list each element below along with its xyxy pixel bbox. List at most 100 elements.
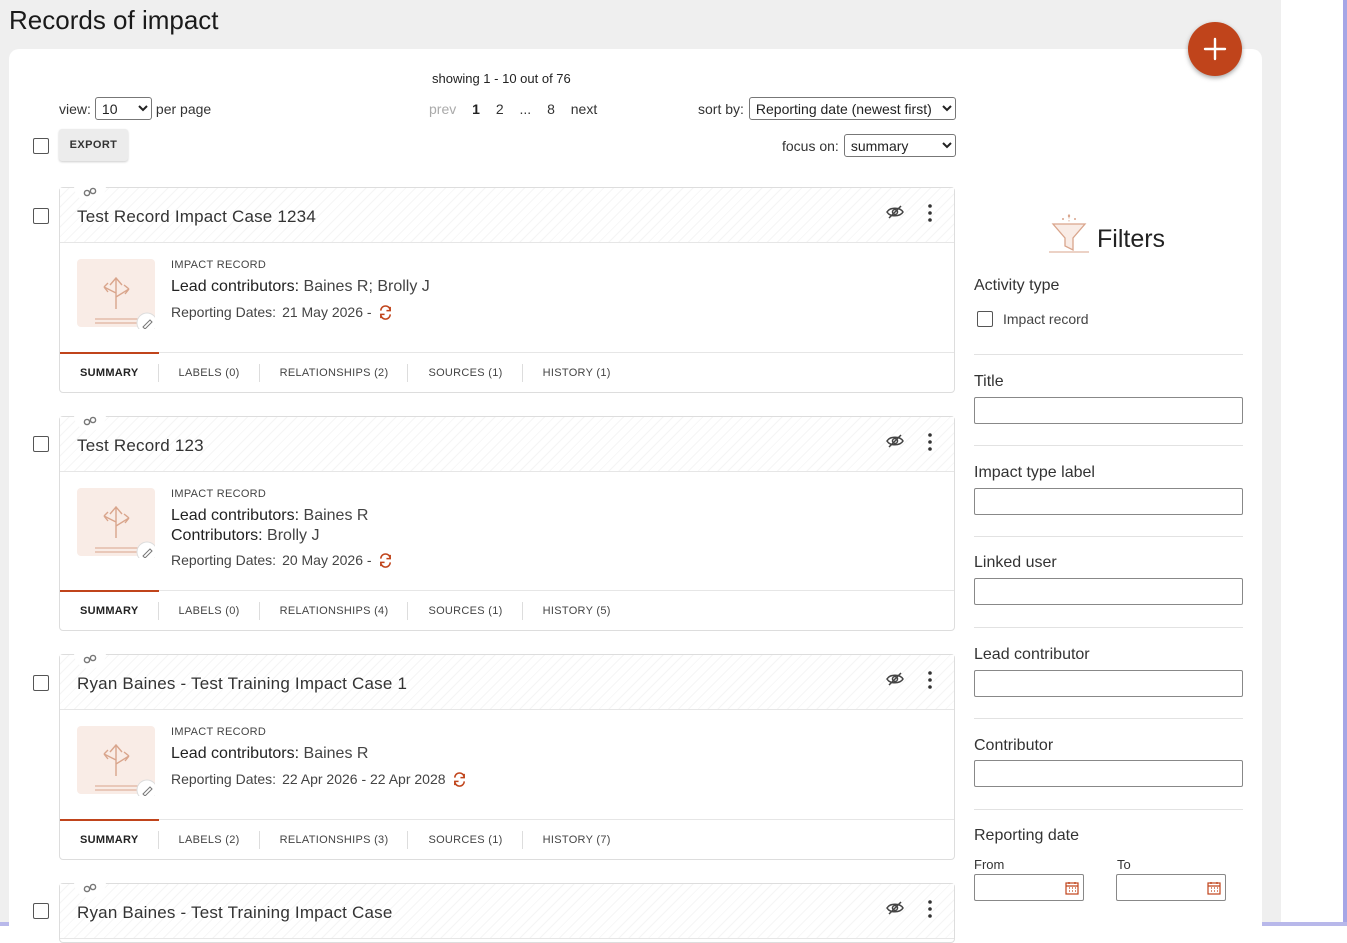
- eye-slash-icon[interactable]: [886, 900, 904, 916]
- pager-prev[interactable]: prev: [429, 101, 456, 117]
- record-title[interactable]: Ryan Baines - Test Training Impact Case …: [77, 674, 407, 694]
- tab-relationships[interactable]: RELATIONSHIPS (4): [260, 591, 409, 631]
- calendar-icon[interactable]: [1065, 881, 1079, 895]
- tab-history[interactable]: HISTORY (1): [523, 353, 631, 393]
- tab-relationships[interactable]: RELATIONSHIPS (2): [260, 353, 409, 393]
- record-title[interactable]: Test Record 123: [77, 436, 204, 456]
- sort-label: sort by:: [698, 100, 744, 117]
- impact-type-filter-input[interactable]: [974, 488, 1243, 515]
- impact-record-thumbnail-icon: [77, 726, 155, 796]
- reporting-dates: Reporting Dates: 20 May 2026 -: [171, 552, 393, 568]
- reporting-dates-label: Reporting Dates:: [171, 304, 277, 320]
- plus-icon: [1203, 37, 1227, 61]
- record-header: Test Record Impact Case 1234: [60, 182, 954, 243]
- title-filter-input[interactable]: [974, 397, 1243, 424]
- tab-history[interactable]: HISTORY (5): [523, 591, 631, 631]
- per-page-label: per page: [155, 100, 212, 117]
- record-header: Ryan Baines - Test Training Impact Case …: [60, 649, 954, 710]
- pagination: prev 1 2 ... 8 next: [429, 101, 609, 117]
- more-options-icon[interactable]: [926, 899, 934, 919]
- filters-header: Filters: [1045, 212, 1165, 254]
- lead-contributors: Lead contributors: Baines R: [171, 507, 369, 524]
- tab-summary[interactable]: SUMMARY: [60, 352, 159, 393]
- filter-divider: [974, 536, 1243, 537]
- record-card: Ryan Baines - Test Training Impact Case: [59, 878, 955, 943]
- reporting-dates: Reporting Dates: 22 Apr 2026 - 22 Apr 20…: [171, 771, 467, 787]
- pager-page-1[interactable]: 1: [472, 101, 480, 117]
- link-icon[interactable]: [74, 411, 106, 431]
- date-to-input[interactable]: [1116, 874, 1226, 901]
- tab-labels[interactable]: LABELS (2): [159, 820, 260, 860]
- tab-summary[interactable]: SUMMARY: [60, 590, 159, 631]
- link-icon[interactable]: [74, 649, 106, 669]
- filter-divider: [974, 718, 1243, 719]
- eye-slash-icon[interactable]: [886, 671, 904, 687]
- impact-record-thumbnail-icon: [77, 259, 155, 329]
- filters-title: Filters: [1097, 225, 1166, 253]
- sort-control: sort by: Reporting date (newest first): [698, 97, 956, 120]
- filter-divider: [974, 354, 1243, 355]
- filter-divider: [974, 809, 1243, 810]
- calendar-icon[interactable]: [1207, 881, 1221, 895]
- tab-sources[interactable]: SOURCES (1): [408, 353, 523, 393]
- lead-contributor-filter-input[interactable]: [974, 670, 1243, 697]
- link-icon[interactable]: [74, 182, 106, 202]
- more-options-icon[interactable]: [926, 670, 934, 690]
- record-card: Test Record 123 IMPACT RECORD Lead contr…: [59, 411, 955, 631]
- record-card: Test Record Impact Case 1234 IMPACT RECO…: [59, 182, 955, 393]
- focus-label: focus on:: [782, 137, 839, 154]
- filter-divider: [974, 627, 1243, 628]
- impact-record-checkbox[interactable]: [977, 311, 993, 327]
- impact-type-filter-label: Impact type label: [974, 464, 1095, 481]
- record-type: IMPACT RECORD: [171, 488, 267, 500]
- linked-user-filter-label: Linked user: [974, 554, 1057, 571]
- sort-select[interactable]: Reporting date (newest first): [748, 97, 956, 120]
- tab-history[interactable]: HISTORY (7): [523, 820, 631, 860]
- per-page-select[interactable]: 10: [94, 97, 152, 120]
- recurring-icon: [379, 552, 391, 568]
- record-tabs: SUMMARY LABELS (0) RELATIONSHIPS (2) SOU…: [60, 352, 954, 392]
- tab-labels[interactable]: LABELS (0): [159, 591, 260, 631]
- date-from-label: From: [974, 857, 1005, 872]
- select-all-checkbox[interactable]: [33, 138, 49, 154]
- focus-select[interactable]: summary: [843, 134, 956, 157]
- record-header: Ryan Baines - Test Training Impact Case: [60, 878, 954, 939]
- reporting-dates-label: Reporting Dates:: [171, 552, 277, 568]
- record-checkbox[interactable]: [33, 436, 49, 452]
- eye-slash-icon[interactable]: [886, 433, 904, 449]
- eye-slash-icon[interactable]: [886, 204, 904, 220]
- focus-control: focus on: summary: [782, 134, 956, 157]
- title-filter-label: Title: [974, 373, 1004, 390]
- date-to-label: To: [1117, 857, 1131, 872]
- record-title[interactable]: Ryan Baines - Test Training Impact Case: [77, 903, 393, 923]
- reporting-dates-label: Reporting Dates:: [171, 771, 277, 787]
- tab-sources[interactable]: SOURCES (1): [408, 820, 523, 860]
- contributors: Contributors: Brolly J: [171, 527, 320, 544]
- more-options-icon[interactable]: [926, 203, 934, 223]
- tab-relationships[interactable]: RELATIONSHIPS (3): [260, 820, 409, 860]
- pager-next[interactable]: next: [571, 101, 597, 117]
- record-title[interactable]: Test Record Impact Case 1234: [77, 207, 316, 227]
- pager-page-2[interactable]: 2: [496, 101, 504, 117]
- export-button[interactable]: EXPORT: [59, 129, 128, 161]
- add-record-button[interactable]: [1188, 22, 1242, 76]
- tab-summary[interactable]: SUMMARY: [60, 819, 159, 860]
- record-checkbox[interactable]: [33, 903, 49, 919]
- contributor-filter-input[interactable]: [974, 760, 1243, 787]
- reporting-dates-value: 21 May 2026 -: [282, 304, 372, 320]
- record-checkbox[interactable]: [33, 675, 49, 691]
- record-tabs: SUMMARY LABELS (2) RELATIONSHIPS (3) SOU…: [60, 819, 954, 859]
- linked-user-filter-input[interactable]: [974, 578, 1243, 605]
- record-checkbox[interactable]: [33, 208, 49, 224]
- lead-contributors: Lead contributors: Baines R: [171, 745, 369, 762]
- more-options-icon[interactable]: [926, 432, 934, 452]
- tab-labels[interactable]: LABELS (0): [159, 353, 260, 393]
- date-from-input[interactable]: [974, 874, 1084, 901]
- filter-divider: [974, 445, 1243, 446]
- tab-sources[interactable]: SOURCES (1): [408, 591, 523, 631]
- impact-record-option-label[interactable]: Impact record: [1003, 311, 1089, 327]
- record-header: Test Record 123: [60, 411, 954, 472]
- link-icon[interactable]: [74, 878, 106, 898]
- pager-page-8[interactable]: 8: [547, 101, 555, 117]
- reporting-dates-value: 22 Apr 2026 - 22 Apr 2028: [282, 771, 446, 787]
